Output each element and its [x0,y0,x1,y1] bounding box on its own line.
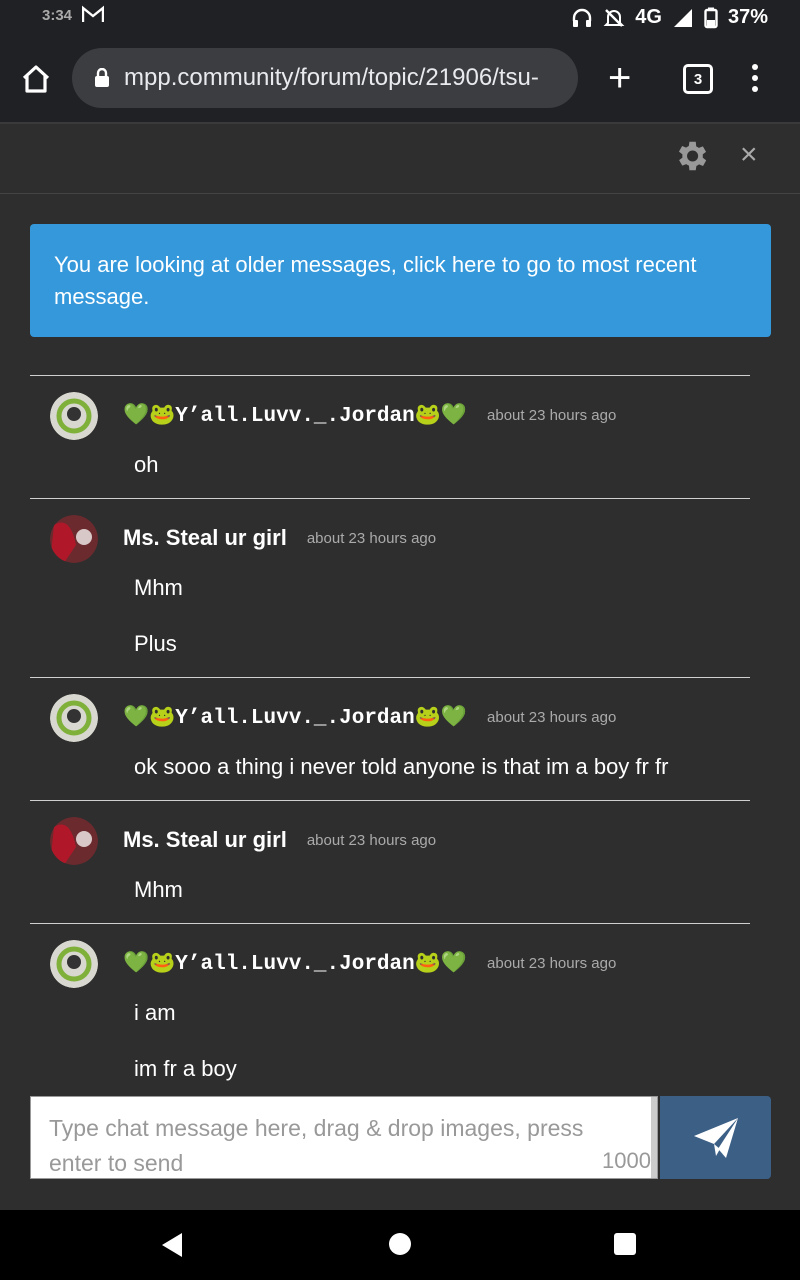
status-bar: 3:34 4G 37% [0,0,800,36]
char-counter: 1000 [602,1148,651,1173]
headphones-icon [573,8,592,27]
status-icons: 4G 37% [571,6,768,29]
message-text: ok sooo a thing i never told anyone is t… [134,754,669,779]
browser-toolbar: mpp.community/forum/topic/21906/tsu- + 3 [0,36,800,124]
home-icon[interactable] [20,64,52,94]
message-text: Plus [134,631,177,656]
chat-input-box: 1000 [30,1096,658,1179]
avatar[interactable] [50,694,98,742]
input-scrollbar[interactable] [651,1097,657,1178]
message-list: 💚🐸Y’all.Luvv._.Jordan🐸💚 about 23 hours a… [30,375,750,1095]
close-icon[interactable]: × [740,138,758,172]
message-author[interactable]: 💚🐸Y’all.Luvv._.Jordan🐸💚 [123,403,467,428]
tab-count: 3 [693,70,703,88]
avatar[interactable] [50,392,98,440]
network-type: 4G [635,6,662,28]
message-time: about 23 hours ago [487,708,617,726]
gmail-icon [82,5,104,22]
muted-bell-icon [603,8,625,27]
tabs-icon[interactable]: 3 [683,64,713,94]
message-item: 💚🐸Y’all.Luvv._.Jordan🐸💚 about 23 hours a… [30,923,750,1095]
system-nav-bar [0,1210,800,1280]
address-bar[interactable]: mpp.community/forum/topic/21906/tsu- [72,48,578,108]
send-icon [693,1117,738,1158]
older-messages-banner[interactable]: You are looking at older messages, click… [30,224,771,337]
url-text: mpp.community/forum/topic/21906/tsu- [124,64,539,91]
avatar[interactable] [50,940,98,988]
message-item: Ms. Steal ur girl about 23 hours ago Mhm [30,800,750,923]
avatar[interactable] [50,515,98,563]
message-author[interactable]: 💚🐸Y’all.Luvv._.Jordan🐸💚 [123,705,467,730]
message-time: about 23 hours ago [306,831,437,849]
message-item: Ms. Steal ur girl about 23 hours ago Mhm… [30,498,750,677]
avatar[interactable] [50,817,98,865]
lock-icon [95,68,109,87]
signal-icon [673,8,692,27]
message-text: i am [134,1000,176,1025]
message-item: 💚🐸Y’all.Luvv._.Jordan🐸💚 about 23 hours a… [30,375,750,498]
message-time: about 23 hours ago [306,529,437,547]
message-author[interactable]: Ms. Steal ur girl [123,827,287,853]
status-time: 3:34 [42,7,73,24]
message-text: Mhm [134,877,183,902]
message-time: about 23 hours ago [487,954,617,972]
message-text: im fr a boy [134,1056,237,1081]
message-author[interactable]: Ms. Steal ur girl [123,525,287,551]
gear-icon[interactable] [672,137,710,175]
message-text: oh [134,452,159,477]
back-icon[interactable] [160,1232,184,1258]
message-text: Mhm [134,575,183,600]
new-tab-icon[interactable]: + [608,58,631,98]
menu-icon[interactable] [752,64,758,97]
recents-icon[interactable] [614,1233,636,1255]
message-time: about 23 hours ago [487,406,617,424]
message-item: 💚🐸Y’all.Luvv._.Jordan🐸💚 about 23 hours a… [30,677,750,800]
chat-message-input[interactable] [49,1111,609,1171]
home-circle-icon[interactable] [389,1233,411,1255]
send-button[interactable] [660,1096,771,1179]
chat-header: × [0,124,800,194]
message-author[interactable]: 💚🐸Y’all.Luvv._.Jordan🐸💚 [123,951,467,976]
battery-percent: 37% [727,6,768,28]
battery-icon [704,7,718,28]
